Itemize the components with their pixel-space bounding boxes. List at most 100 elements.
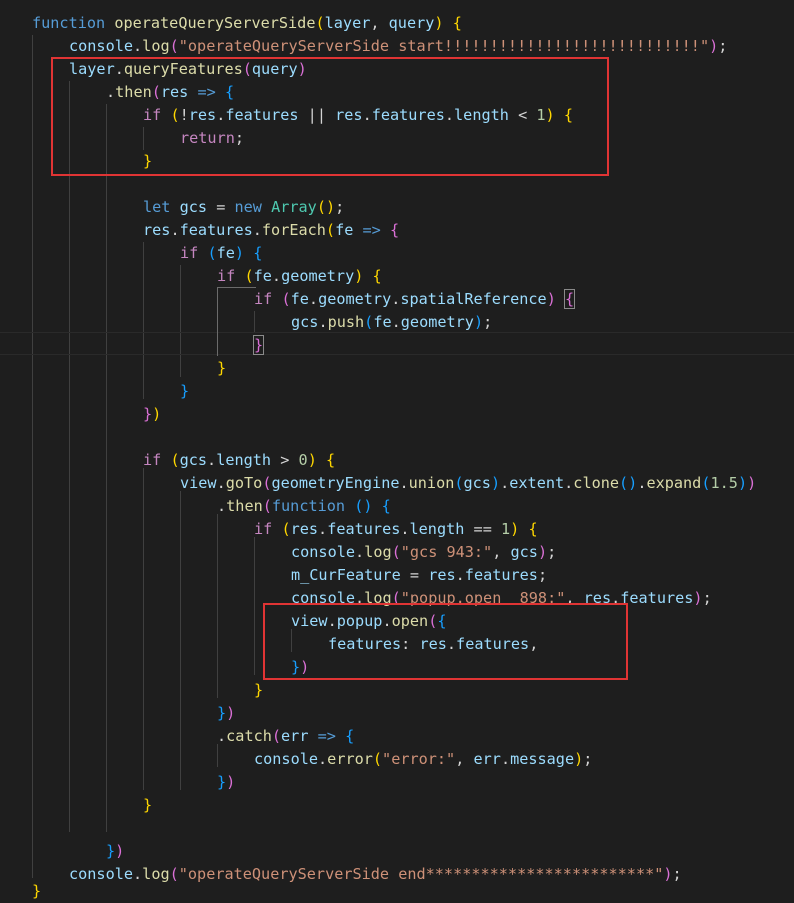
code-token: {	[326, 451, 336, 469]
code-token: log	[364, 543, 392, 561]
code-line: .catch(err => {	[0, 725, 794, 748]
code-line: }	[0, 380, 794, 403]
code-token: forEach	[261, 221, 326, 239]
code-token: err	[473, 750, 501, 768]
code-token: }	[32, 882, 42, 900]
code-token: =	[409, 566, 420, 584]
code-token: .	[271, 267, 282, 285]
code-token: )	[510, 520, 520, 538]
code-line: })	[0, 403, 794, 426]
code-token: }	[180, 382, 190, 400]
code-line: if (res.features.length == 1) {	[0, 518, 794, 541]
code-token: }	[217, 359, 227, 377]
code-token: 0	[298, 451, 308, 469]
code-token: .	[207, 451, 217, 469]
code-token: ;	[483, 313, 493, 331]
code-token: ==	[473, 520, 492, 538]
code-token: new	[234, 198, 262, 216]
code-token: ,	[455, 750, 474, 768]
code-line: if (fe.geometry.spatialReference) {	[0, 288, 794, 311]
code-token: "gcs 943:"	[400, 543, 493, 561]
code-token: 1	[501, 520, 511, 538]
code-line: function operateQueryServerSide(layer, q…	[0, 12, 794, 35]
code-token: features	[620, 589, 694, 607]
code-token: "operateQueryServerSide start!!!!!!!!!!!…	[178, 37, 710, 55]
code-editor[interactable]: function operateQueryServerSide(layer, q…	[0, 0, 794, 900]
code-token: geometryEngine	[271, 474, 400, 492]
code-token: fe	[290, 290, 309, 308]
code-token: .	[318, 313, 328, 331]
code-token: {	[389, 221, 400, 239]
code-token: .	[500, 750, 511, 768]
code-token: ()	[316, 198, 336, 216]
code-token: {	[253, 244, 263, 262]
code-token: m_CurFeature	[291, 566, 401, 584]
code-token: .	[216, 474, 226, 492]
code-token: )	[537, 543, 548, 561]
code-token: ;	[702, 589, 712, 607]
code-token: )	[693, 589, 703, 607]
code-line: gcs.push(fe.geometry);	[0, 311, 794, 334]
code-token: geometry	[318, 290, 392, 308]
code-token: geometry	[281, 267, 355, 285]
code-token: {	[372, 267, 382, 285]
code-line: if (gcs.length > 0) {	[0, 449, 794, 472]
code-token: .	[455, 566, 465, 584]
code-line: }	[0, 679, 794, 702]
code-token: layer	[324, 14, 371, 32]
code-token: {	[345, 727, 355, 745]
code-token: (	[281, 290, 291, 308]
code-token: .	[500, 474, 510, 492]
code-line: }	[0, 880, 794, 903]
code-token: }	[254, 681, 264, 699]
code-token: (	[169, 37, 179, 55]
code-token: (	[701, 474, 711, 492]
code-token: (	[325, 221, 336, 239]
code-token: .	[564, 474, 574, 492]
code-token: ;	[718, 37, 728, 55]
code-token: )	[737, 474, 748, 492]
code-token: .	[399, 474, 409, 492]
code-token: fe	[335, 221, 354, 239]
code-token: console	[291, 543, 356, 561]
code-token: {	[381, 497, 391, 515]
code-line: if (fe.geometry) {	[0, 265, 794, 288]
code-token: (	[315, 14, 325, 32]
code-line: res.features.forEach(fe => {	[0, 219, 794, 242]
code-token: .	[355, 543, 365, 561]
code-line: })	[0, 771, 794, 794]
code-token: (	[391, 543, 401, 561]
code-token: .	[308, 290, 319, 308]
code-token: }	[252, 335, 265, 355]
code-token: let	[143, 198, 171, 216]
code-token: union	[408, 474, 455, 492]
code-token: )	[226, 773, 236, 791]
code-token: ,	[370, 14, 389, 32]
code-token: features	[327, 520, 401, 538]
code-token: log	[142, 37, 170, 55]
code-line: })	[0, 840, 794, 863]
code-token: if	[254, 290, 273, 308]
code-token: console	[69, 37, 134, 55]
code-token: operateQueryServerSide	[114, 14, 316, 32]
code-token: err	[281, 727, 309, 745]
code-token: if	[143, 451, 162, 469]
code-token: ;	[335, 198, 345, 216]
code-token: "error:"	[382, 750, 456, 768]
code-token: if	[217, 267, 236, 285]
code-token: length	[409, 520, 465, 538]
code-token: features	[179, 221, 253, 239]
code-token: )	[473, 313, 484, 331]
code-token: if	[180, 244, 199, 262]
code-token: =>	[317, 727, 336, 745]
code-token: (	[262, 497, 272, 515]
code-token: res	[290, 520, 319, 538]
code-token: {	[563, 289, 576, 309]
highlight-box-query	[51, 57, 609, 176]
code-token: )	[490, 474, 501, 492]
code-token: ()	[619, 474, 638, 492]
code-token: (	[207, 244, 217, 262]
code-token: )	[574, 750, 584, 768]
code-line: console.error("error:", err.message);	[0, 748, 794, 771]
code-token: .	[400, 520, 410, 538]
